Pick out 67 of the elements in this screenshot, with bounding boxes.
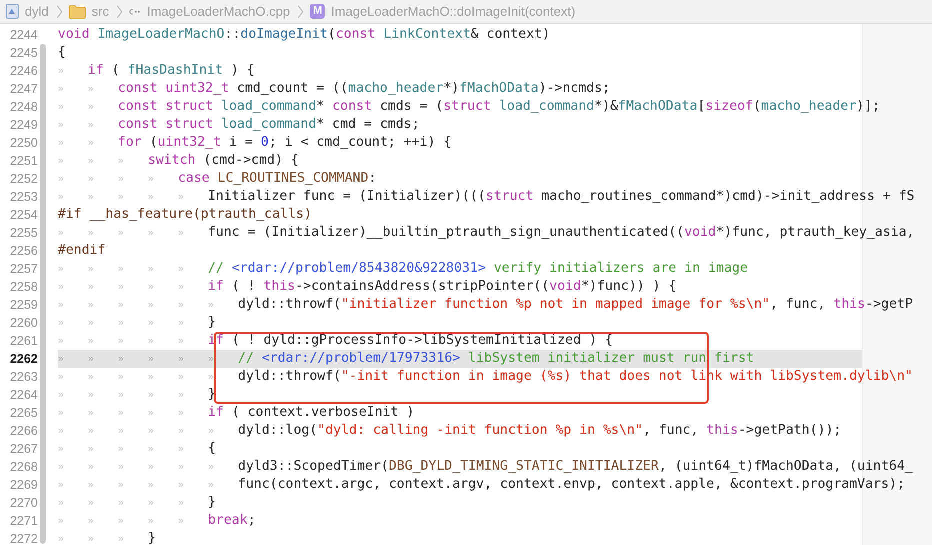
project-icon (6, 4, 19, 19)
line-number: 2255 (10, 225, 38, 242)
code-line: »»»»»Initializer func = (Initializer)(((struct macho_routines_command*)cmd)->init_address + fS (58, 189, 915, 204)
breadcrumb-item[interactable]: dyld (25, 2, 49, 22)
line-number: 2245 (10, 45, 38, 62)
code-line: »»»switch (cmd->cmd) { (58, 153, 299, 168)
folder-icon (68, 4, 86, 18)
code-line: »»»»»»func(context.argc, context.argv, context.envp, context.apple, &context.programVars); (58, 477, 906, 492)
line-number: 2244 (10, 27, 38, 44)
code-line: »»»»»»dyld::throwf("initializer function %p not in mapped image for %s\n", func, this->getP (58, 297, 914, 312)
line-number: 2262 (10, 351, 38, 368)
line-number: 2248 (10, 99, 38, 116)
chevron-icon (117, 4, 124, 18)
code-line: »»»»»»// <rdar://problem/17973316> libSystem initializer must run first (58, 351, 754, 366)
code-line: #if __has_feature(ptrauth_calls) (58, 207, 312, 222)
code-line: »»»»»»dyld3::ScopedTimer(DBG_DYLD_TIMING_STATIC_INITIALIZER, (uint64_t)fMachOData, (uint64_ (58, 459, 914, 474)
code-line: »if ( fHasDashInit ) { (58, 63, 255, 78)
code-line: »»»»»func = (Initializer)__builtin_ptrauth_sign_unauthenticated((void*)func, ptrauth_key_asia, (58, 225, 915, 240)
code-line: »»»»»»dyld::log("dyld: calling -init function %p in %s\n", func, this->getPath()); (58, 423, 842, 438)
source-file-icon (129, 8, 142, 16)
code-line: »»»»case LC_ROUTINES_COMMAND: (58, 171, 377, 186)
line-number: 2249 (10, 117, 38, 134)
line-number: 2252 (10, 171, 38, 188)
line-number: 2251 (10, 153, 38, 170)
line-number: 2265 (10, 405, 38, 422)
chevron-icon (56, 4, 63, 18)
line-number: 2271 (10, 513, 38, 530)
line-number: 2267 (10, 441, 38, 458)
code-line: »»»»»} (58, 495, 216, 510)
code-line: »»»»»if ( context.verboseInit ) (58, 405, 415, 420)
breadcrumb-item[interactable]: ImageLoaderMachO::doImageInit(context) (331, 2, 576, 22)
code-line: »»»»»break; (58, 513, 256, 528)
line-number: 2266 (10, 423, 38, 440)
method-icon: M (310, 4, 326, 19)
line-number: 2250 (10, 135, 38, 152)
line-number: 2268 (10, 459, 38, 476)
line-number: 2260 (10, 315, 38, 332)
code-line: »»for (uint32_t i = 0; i < cmd_count; ++i) { (58, 135, 452, 150)
line-number: 2246 (10, 63, 38, 80)
line-number: 2269 (10, 477, 38, 494)
code-line: »»const uint32_t cmd_count = ((macho_header*)fMachOData)->ncmds; (58, 81, 610, 96)
code-line: #endif (58, 243, 106, 258)
code-line: »»»»»// <rdar://problem/8543820&9228031> verify initializers are in image (58, 261, 748, 276)
code-line: »»»} (58, 531, 156, 545)
line-number: 2247 (10, 81, 38, 98)
line-number: 2259 (10, 297, 38, 314)
line-number: 2264 (10, 387, 38, 404)
chevron-icon (298, 4, 304, 18)
code-line: »»»»»{ (58, 441, 216, 456)
line-number: 2254 (10, 207, 38, 224)
code-line: void ImageLoaderMachO::doImageInit(const LinkContext& context) (58, 27, 550, 42)
code-line: { (58, 45, 66, 60)
breadcrumb-item[interactable]: src (92, 2, 110, 22)
line-number: 2253 (10, 189, 38, 206)
line-number: 2270 (10, 495, 38, 512)
code-line: »»»»»} (58, 387, 216, 402)
code-line: »»const struct load_command* const cmds = (struct load_command*)&fMachOData[sizeof(macho_header)]; (58, 99, 880, 114)
code-line: »»»»»if ( ! this->containsAddress(stripPointer((void*)func)) ) { (58, 279, 677, 294)
line-number: 2272 (10, 531, 38, 545)
breadcrumb-item[interactable]: ImageLoaderMachO.cpp (147, 2, 290, 22)
code-line: »»»»»} (58, 315, 216, 330)
line-number: 2257 (10, 261, 38, 278)
line-number: 2258 (10, 279, 38, 296)
code-line: »»const struct load_command* cmd = cmds; (58, 117, 420, 132)
line-number: 2263 (10, 369, 38, 386)
line-number: 2261 (10, 333, 38, 350)
line-number: 2256 (10, 243, 38, 260)
